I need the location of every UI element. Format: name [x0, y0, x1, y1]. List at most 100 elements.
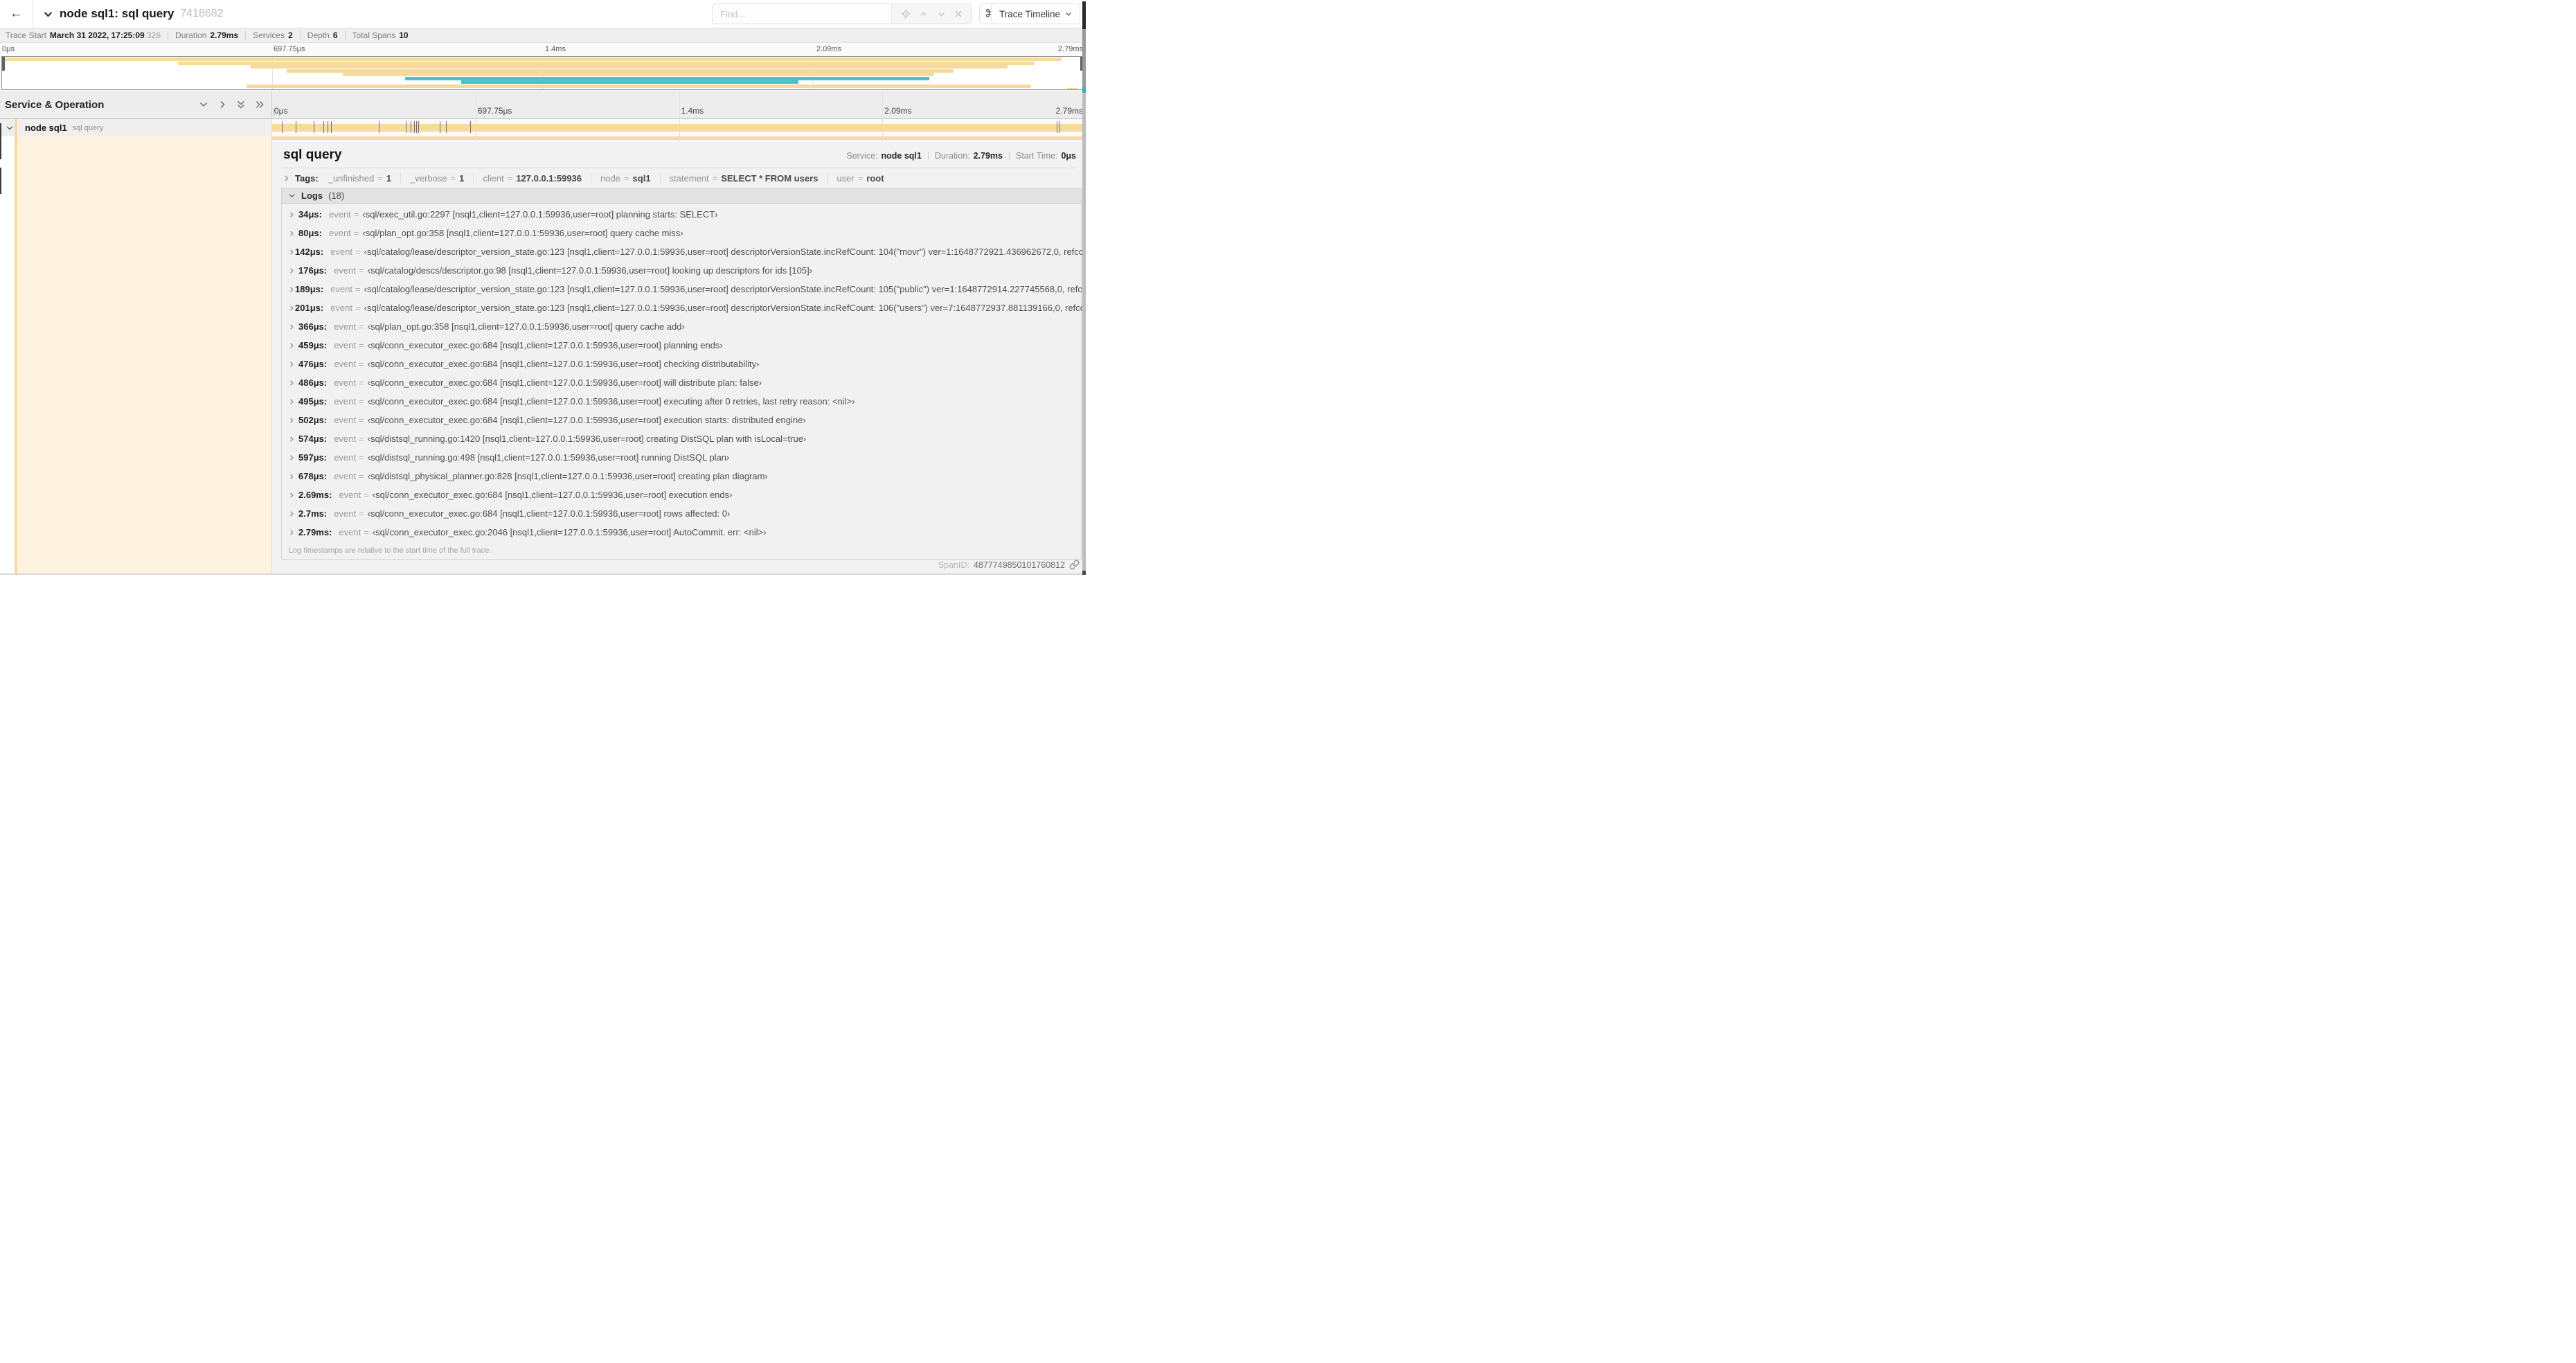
- log-row[interactable]: 597μs: event = ‹sql/distsql_running.go:498 …: [282, 448, 1081, 467]
- log-timestamp: 366μs:: [298, 321, 328, 332]
- log-field-key: event: [334, 471, 357, 481]
- chevron-right-icon: [290, 380, 294, 386]
- chevron-right-icon: [288, 342, 298, 349]
- equals-sign: =: [359, 396, 364, 407]
- view-selector-button[interactable]: Trace Timeline: [990, 3, 1080, 24]
- tag-value: 1: [386, 173, 392, 184]
- equals-sign: =: [355, 284, 361, 294]
- collapse-one-icon[interactable]: [199, 100, 208, 109]
- chevron-right-icon: [290, 510, 294, 517]
- log-timestamp: 80μs:: [298, 228, 322, 238]
- service-operation-header: Service & Operation ∥: [0, 91, 276, 118]
- chevron-down-icon[interactable]: [6, 124, 14, 132]
- expand-one-icon[interactable]: [217, 100, 227, 109]
- log-row[interactable]: 189μs: event = ‹sql/catalog/lease/descripto…: [282, 280, 1086, 299]
- log-row[interactable]: 678μs: event = ‹sql/distsql_physical_planne…: [282, 467, 1081, 485]
- span-operation-name: sql query: [72, 123, 104, 132]
- find-input[interactable]: [713, 4, 891, 24]
- log-field-key: event: [334, 340, 357, 350]
- divider: [927, 152, 929, 160]
- left-edge-mark: [0, 168, 1, 194]
- tag-key: client: [483, 173, 504, 184]
- log-field-key: event: [339, 527, 361, 537]
- divider: [473, 173, 474, 184]
- log-row[interactable]: 2.69ms: event = ‹sql/conn_executor_exec.go:…: [282, 485, 1081, 504]
- divider: [400, 173, 402, 184]
- log-row[interactable]: 486μs: event = ‹sql/conn_executor_exec.go:6…: [282, 373, 1081, 392]
- chevron-right-icon: [288, 398, 298, 405]
- span-row-timeline-cell[interactable]: [271, 119, 1086, 136]
- service-value: node sql1: [881, 151, 922, 161]
- log-row[interactable]: 201μs: event = ‹sql/catalog/lease/descripto…: [282, 299, 1086, 317]
- collapse-controls: [199, 100, 265, 109]
- tag-value: sql1: [632, 173, 651, 184]
- log-row[interactable]: 34μs: event = ‹sql/exec_util.go:2297 [nsql1…: [282, 205, 1081, 224]
- range-scrubber-right-handle[interactable]: [1080, 57, 1083, 71]
- log-field-key: event: [334, 321, 357, 332]
- service-color-bar: [15, 136, 17, 575]
- trace-summary-item: Duration 2.79ms: [175, 30, 238, 40]
- detail-content: sql query Service: node sql1 Duration: 2…: [272, 142, 1086, 575]
- logs-section: Logs (18) 34μs: event = ‹sql/exec_util.go:2…: [281, 188, 1086, 560]
- expand-all-icon[interactable]: [255, 100, 265, 109]
- log-row[interactable]: 366μs: event = ‹sql/plan_opt.go:358 [nsql1,…: [282, 317, 1081, 336]
- log-field-key: event: [330, 303, 353, 313]
- log-row[interactable]: 142μs: event = ‹sql/catalog/lease/descripto…: [282, 242, 1086, 261]
- find-bar: [712, 3, 972, 24]
- range-scrubber-left-handle[interactable]: [2, 57, 5, 71]
- log-field-value: ‹sql/conn_executor_exec.go:684 [nsql1,cl…: [372, 490, 733, 500]
- log-marker: [282, 121, 283, 133]
- summary-value: 6: [332, 30, 338, 40]
- span-row[interactable]: node sql1 sql query: [0, 119, 1086, 136]
- page-bottom-edge: [0, 573, 1086, 575]
- trace-title: node sql1: sql query: [60, 7, 175, 20]
- detail-left-gutter: [0, 136, 15, 575]
- tag-key: node: [600, 173, 620, 184]
- span-id-label: SpanID:: [938, 560, 969, 570]
- log-marker: [418, 121, 420, 133]
- back-button[interactable]: ←: [0, 0, 33, 28]
- prev-match-icon[interactable]: [919, 10, 928, 19]
- log-row[interactable]: 495μs: event = ‹sql/conn_executor_exec.go:6…: [282, 392, 1081, 411]
- chevron-right-icon: [290, 492, 294, 498]
- logs-header[interactable]: Logs (18): [282, 188, 1081, 204]
- timeline-tick-label: 0μs: [2, 45, 15, 53]
- clear-search-icon[interactable]: [954, 10, 963, 18]
- tags-toggle-row[interactable]: Tags: _unfinished = 1 _verbose = 1 client = 127.…: [283, 173, 1076, 184]
- equals-sign: =: [359, 434, 364, 444]
- chevron-right-icon: [288, 230, 298, 237]
- log-row[interactable]: 476μs: event = ‹sql/conn_executor_exec.go:6…: [282, 355, 1081, 373]
- trace-id-short: 7418682: [180, 8, 224, 19]
- summary-label: Trace Start: [6, 30, 46, 40]
- scroll-to-match-icon[interactable]: [901, 9, 911, 19]
- collapse-all-icon[interactable]: [236, 100, 246, 109]
- timeline-tick-label: 1.4ms: [681, 106, 704, 116]
- log-row[interactable]: 574μs: event = ‹sql/distsql_running.go:1420…: [282, 429, 1081, 448]
- trace-collapse-toggle[interactable]: [43, 9, 53, 19]
- log-row[interactable]: 2.7ms: event = ‹sql/conn_executor_exec.go:6…: [282, 504, 1081, 523]
- equals-sign: =: [507, 173, 513, 184]
- tag-value: root: [866, 173, 884, 184]
- minimap-span-bar: [251, 65, 1008, 69]
- log-field-key: event: [330, 247, 353, 257]
- chevron-right-icon: [290, 249, 294, 255]
- next-match-icon[interactable]: [937, 10, 946, 19]
- trace-title-row: node sql1: sql query 7418682: [43, 0, 224, 28]
- start-time-value: 0μs: [1061, 151, 1076, 161]
- log-row[interactable]: 80μs: event = ‹sql/plan_opt.go:358 [nsql1,c…: [282, 224, 1081, 242]
- log-row[interactable]: 176μs: event = ‹sql/catalog/descs/descripto…: [282, 261, 1081, 280]
- timeline-tick-label: 2.79ms: [1055, 106, 1083, 116]
- minimap-span-bar: [178, 61, 1035, 65]
- chevron-right-icon: [288, 417, 298, 424]
- deep-link-icon[interactable]: [1069, 560, 1080, 570]
- log-row[interactable]: 502μs: event = ‹sql/conn_executor_exec.go:6…: [282, 411, 1081, 429]
- log-row[interactable]: 459μs: event = ‹sql/conn_executor_exec.go:6…: [282, 336, 1081, 355]
- timeline-tick-label: 2.09ms: [816, 45, 842, 53]
- log-timestamp: 574μs:: [298, 434, 328, 444]
- chevron-down-icon: [1066, 12, 1071, 17]
- log-field-value: ‹sql/catalog/lease/descriptor_version_st…: [364, 284, 1086, 294]
- log-row[interactable]: 2.79ms: event = ‹sql/conn_executor_exec.go:…: [282, 523, 1081, 542]
- minimap-canvas[interactable]: [1, 56, 1084, 90]
- span-row-name-cell[interactable]: node sql1 sql query: [0, 119, 271, 136]
- summary-value: 2: [288, 30, 293, 40]
